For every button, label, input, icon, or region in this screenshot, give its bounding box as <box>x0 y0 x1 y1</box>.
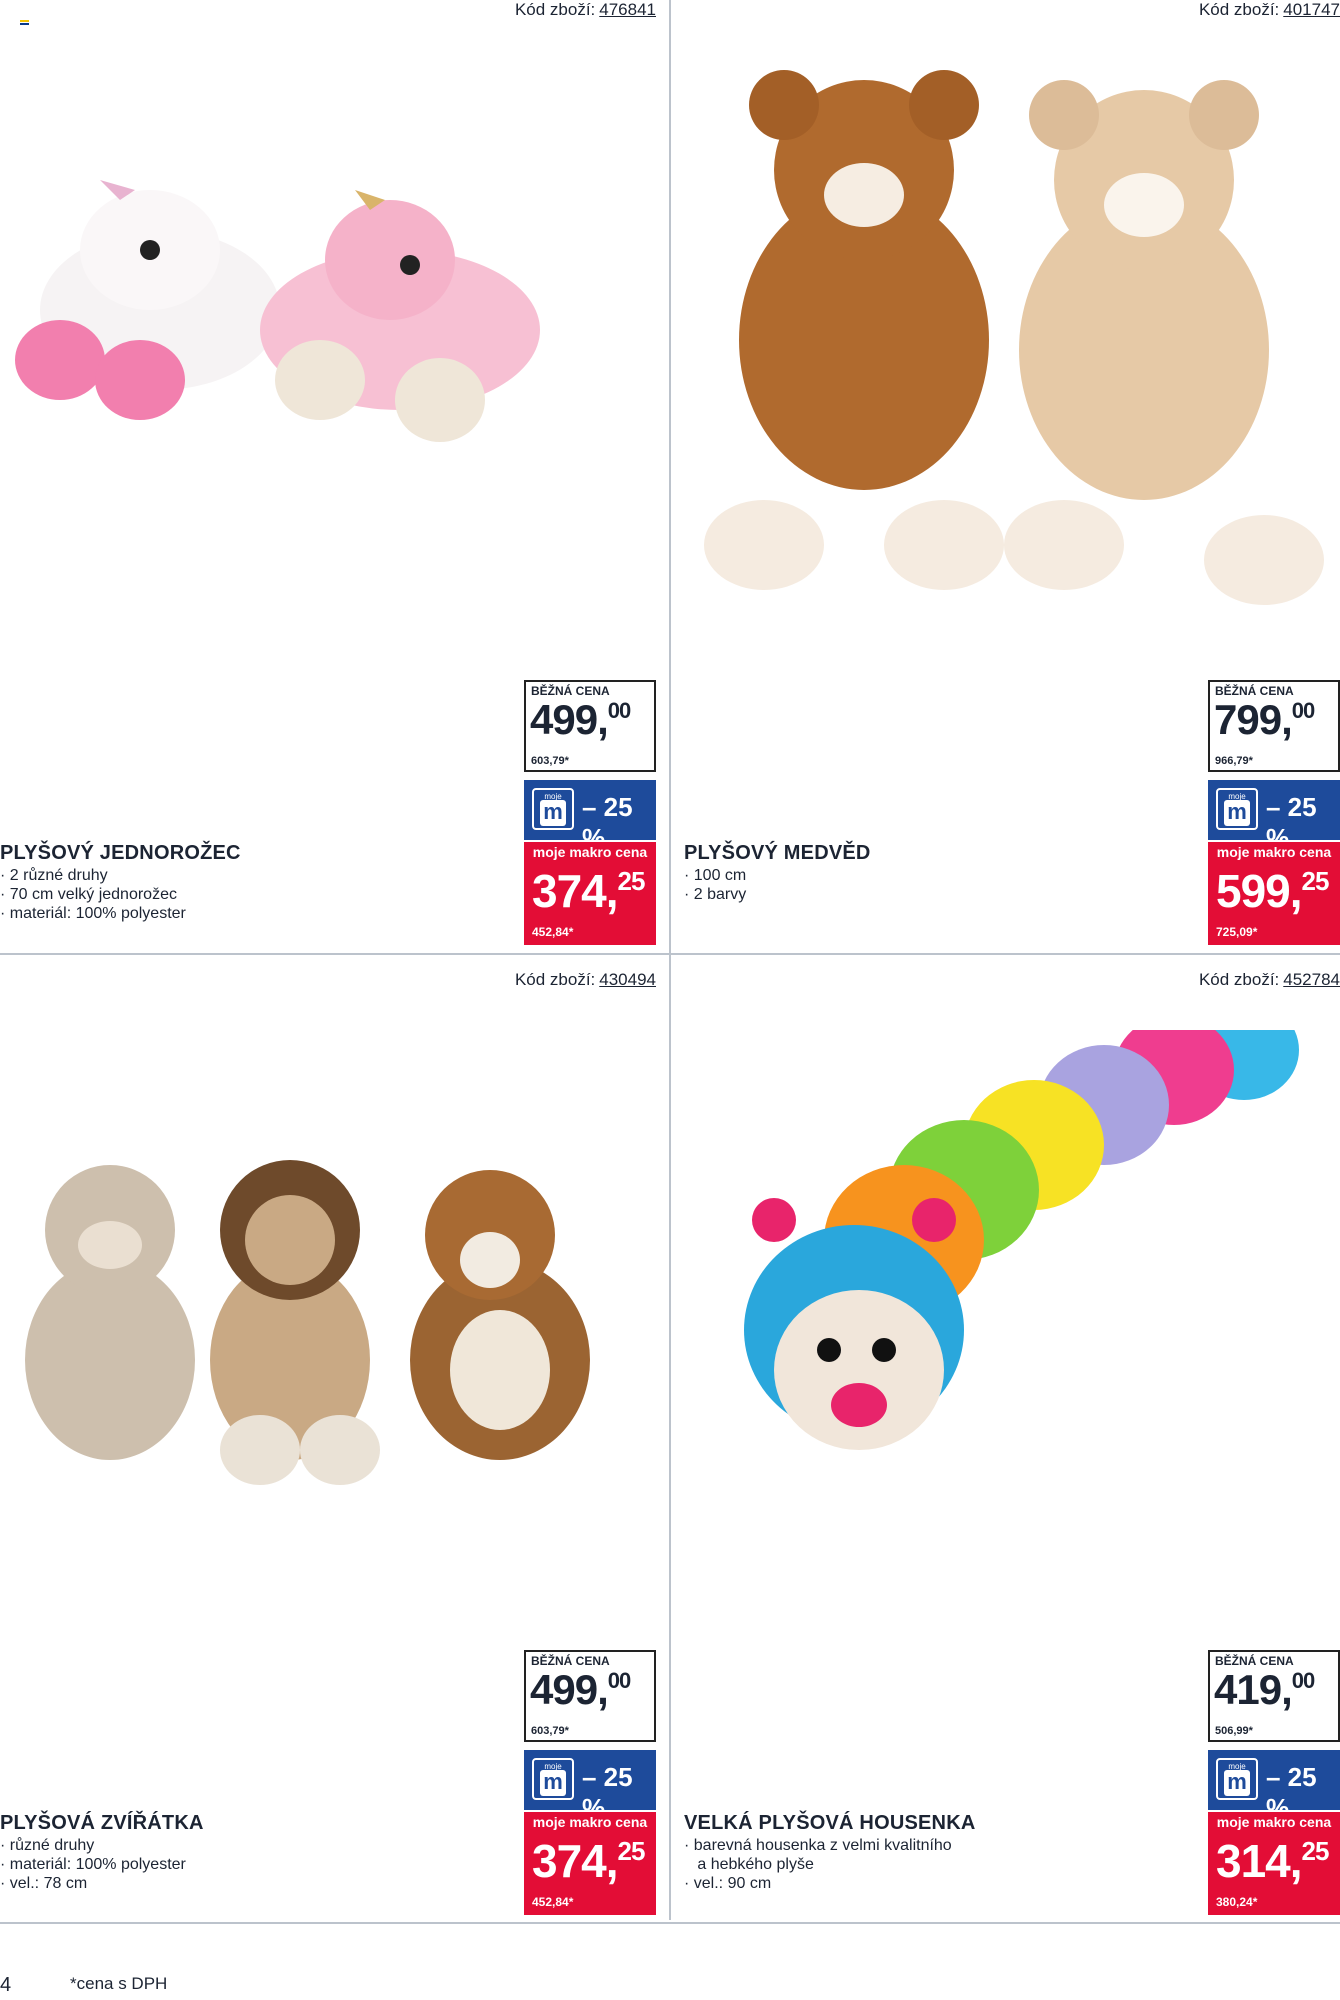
product-title: VELKÁ PLYŠOVÁ HOUSENKA <box>684 1812 976 1834</box>
makro-price: moje m – 25 % moje makro cena 314,25 380,… <box>1208 1750 1340 1915</box>
vertical-divider <box>669 0 671 1920</box>
product-code: Kód zboží: 401747 <box>1198 0 1340 19</box>
regular-price: BĚŽNÁ CENA 419,00 506,99* <box>1208 1650 1340 1742</box>
unicorn-plush-image <box>15 180 540 442</box>
feature-item: 100 cm <box>684 866 746 885</box>
horizontal-divider <box>0 953 1340 955</box>
teddy-bear-image <box>704 70 1324 605</box>
product-code: Kód zboží: 452784 <box>1198 970 1340 989</box>
makro-price: moje m – 25 % moje makro cena 374,25 452,… <box>524 1750 656 1915</box>
moje-makro-logo-icon: moje m <box>1216 788 1258 830</box>
feature-item: materiál: 100% polyester <box>0 904 186 923</box>
product-features: různé druhy materiál: 100% polyester vel… <box>0 1836 186 1893</box>
product-title: PLYŠOVÝ JEDNOROŽEC <box>0 842 241 864</box>
product-code-link[interactable]: 476841 <box>599 0 656 19</box>
moje-makro-logo-icon: moje m <box>1216 1758 1258 1800</box>
footnote: *cena s DPH <box>70 1974 168 1993</box>
product-features: 2 různé druhy 70 cm velký jednorožec mat… <box>0 866 186 923</box>
product-code: Kód zboží: 476841 <box>514 0 656 19</box>
regular-price: BĚŽNÁ CENA 499,00 603,79* <box>524 1650 656 1742</box>
product-features: 100 cm 2 barvy <box>684 866 746 904</box>
feature-item: materiál: 100% polyester <box>0 1855 186 1874</box>
product-title: PLYŠOVÝ MEDVĚD <box>684 842 871 864</box>
feature-item: vel.: 78 cm <box>0 1874 186 1893</box>
feature-item: barevná housenka z velmi kvalitního <box>684 1836 952 1855</box>
price-box: BĚŽNÁ CENA 499,00 603,79* moje m – 25 % m… <box>524 680 656 945</box>
price-box: BĚŽNÁ CENA 419,00 506,99* moje m – 25 % m… <box>1208 1650 1340 1915</box>
regular-price: BĚŽNÁ CENA 799,00 966,79* <box>1208 680 1340 772</box>
product-card-bear: Kód zboží:401747 PLYŠOVÝ MEDVĚD 100 cm 2… <box>684 0 1340 950</box>
feature-item: a hebkého plyše <box>697 1856 814 1873</box>
price-box: BĚŽNÁ CENA 499,00 603,79* moje m – 25 % m… <box>524 1650 656 1915</box>
page-number: 4 <box>0 1974 12 1996</box>
feature-item: 2 různé druhy <box>0 866 186 885</box>
product-card-animals: Kód zboží:430494 PLYŠOVÁ ZVÍŘÁTKA různé … <box>0 970 656 1920</box>
caterpillar-plush-image <box>744 1030 1299 1450</box>
makro-price: moje m – 25 % moje makro cena 599,25 725,… <box>1208 780 1340 945</box>
product-code: Kód zboží: 430494 <box>514 970 656 989</box>
price-box: BĚŽNÁ CENA 799,00 966,79* moje m – 25 % m… <box>1208 680 1340 945</box>
product-features: barevná housenka z velmi kvalitního a he… <box>684 1836 952 1893</box>
moje-makro-logo-icon: moje m <box>532 788 574 830</box>
product-code-link[interactable]: 452784 <box>1283 970 1340 989</box>
product-code-link[interactable]: 430494 <box>599 970 656 989</box>
plush-animals-image <box>25 1160 590 1485</box>
feature-item: různé druhy <box>0 1836 186 1855</box>
product-code-link[interactable]: 401747 <box>1283 0 1340 19</box>
feature-item: 70 cm velký jednorožec <box>0 885 186 904</box>
regular-price: BĚŽNÁ CENA 499,00 603,79* <box>524 680 656 772</box>
feature-item: vel.: 90 cm <box>684 1874 952 1893</box>
product-card-unicorn: Kód zboží:476841 PLYŠOVÝ JEDNOROŽEC 2 rů… <box>0 0 656 950</box>
makro-price: moje m – 25 % moje makro cena 374,25 452,… <box>524 780 656 945</box>
product-card-caterpillar: Kód zboží: 452784 VELKÁ PLYŠOVÁ HOUSENKA … <box>684 970 1340 1920</box>
product-title: PLYŠOVÁ ZVÍŘÁTKA <box>0 1812 204 1834</box>
footer-divider <box>0 1922 1340 1924</box>
moje-makro-logo-icon: moje m <box>532 1758 574 1800</box>
feature-item: 2 barvy <box>684 885 746 904</box>
